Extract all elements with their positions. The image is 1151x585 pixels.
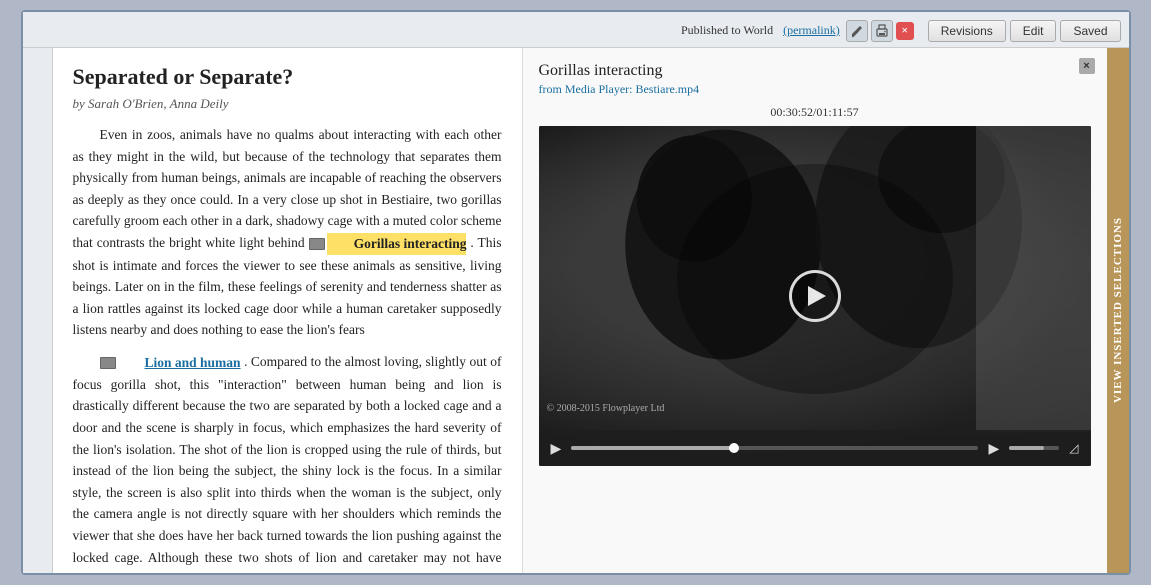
media-panel: Gorillas interacting from Media Player: …: [523, 48, 1107, 573]
video-container[interactable]: © 2008-2015 Flowplayer Ltd ▶ ▶: [539, 126, 1091, 466]
saved-button[interactable]: Saved: [1060, 20, 1120, 42]
progress-bar[interactable]: [571, 446, 978, 450]
media-ref-lion: Lion and human: [100, 352, 241, 374]
media-title: Gorillas interacting: [539, 62, 1091, 80]
article-paragraph-2: Lion and human . Compared to the almost …: [73, 351, 502, 573]
play-button[interactable]: [789, 270, 841, 322]
right-sidebar-label: VIEW INSERTED SELECTIONS: [1112, 217, 1124, 403]
article-panel: Separated or Separate? by Sarah O'Brien,…: [53, 48, 523, 573]
edit-icon-btn[interactable]: [846, 20, 868, 42]
article-body: Even in zoos, animals have no qualms abo…: [73, 124, 502, 573]
outer-container: Published to World (permalink): [0, 0, 1151, 585]
video-copyright: © 2008-2015 Flowplayer Ltd: [547, 403, 665, 414]
main-content: Separated or Separate? by Sarah O'Brien,…: [53, 48, 1129, 573]
article-text-1: Even in zoos, animals have no qualms abo…: [73, 127, 502, 250]
published-status: Published to World: [681, 23, 773, 38]
media-timestamp: 00:30:52/01:11:57: [539, 105, 1091, 120]
gorillas-highlight[interactable]: Gorillas interacting: [327, 233, 467, 255]
print-icon-btn[interactable]: [871, 20, 893, 42]
play-icon: [808, 286, 826, 306]
media-thumbnail-icon: [309, 238, 325, 250]
play-ctrl-button[interactable]: ▶: [547, 438, 566, 459]
volume-fill: [1009, 446, 1044, 450]
article-title: Separated or Separate?: [73, 64, 502, 90]
left-sidebar: [23, 48, 53, 573]
volume-bar[interactable]: [1009, 446, 1059, 450]
mute-button[interactable]: ▶: [984, 438, 1003, 459]
media-ref-gorillas: Gorillas interacting: [309, 233, 467, 255]
video-controls: ▶ ▶ ◿: [539, 430, 1091, 466]
content-area: Separated or Separate? by Sarah O'Brien,…: [23, 48, 1129, 573]
progress-fill: [571, 446, 734, 450]
article-author: by Sarah O'Brien, Anna Deily: [73, 96, 502, 112]
progress-thumb[interactable]: [729, 443, 739, 453]
action-buttons: Revisions Edit Saved: [928, 20, 1121, 42]
right-sidebar[interactable]: VIEW INSERTED SELECTIONS: [1107, 48, 1129, 573]
media-source-label: from: [539, 82, 562, 96]
media-thumbnail-icon-2: [100, 357, 116, 369]
revisions-button[interactable]: Revisions: [928, 20, 1006, 42]
edit-button[interactable]: Edit: [1010, 20, 1057, 42]
top-bar-icons: ×: [846, 20, 914, 42]
top-bar: Published to World (permalink): [23, 12, 1129, 48]
fullscreen-button[interactable]: ◿: [1065, 439, 1082, 457]
article-paragraph-1: Even in zoos, animals have no qualms abo…: [73, 124, 502, 341]
article-text-3: . Compared to the almost loving, slightl…: [73, 354, 502, 573]
media-close-button[interactable]: ×: [1079, 58, 1095, 74]
media-source: from Media Player: Bestiare.mp4: [539, 82, 1091, 97]
main-window: Published to World (permalink): [21, 10, 1131, 575]
lion-human-link[interactable]: Lion and human: [118, 352, 241, 374]
permalink-link[interactable]: (permalink): [783, 23, 840, 38]
window-close-button[interactable]: ×: [896, 22, 914, 40]
media-source-link[interactable]: Media Player: Bestiare.mp4: [565, 82, 699, 96]
